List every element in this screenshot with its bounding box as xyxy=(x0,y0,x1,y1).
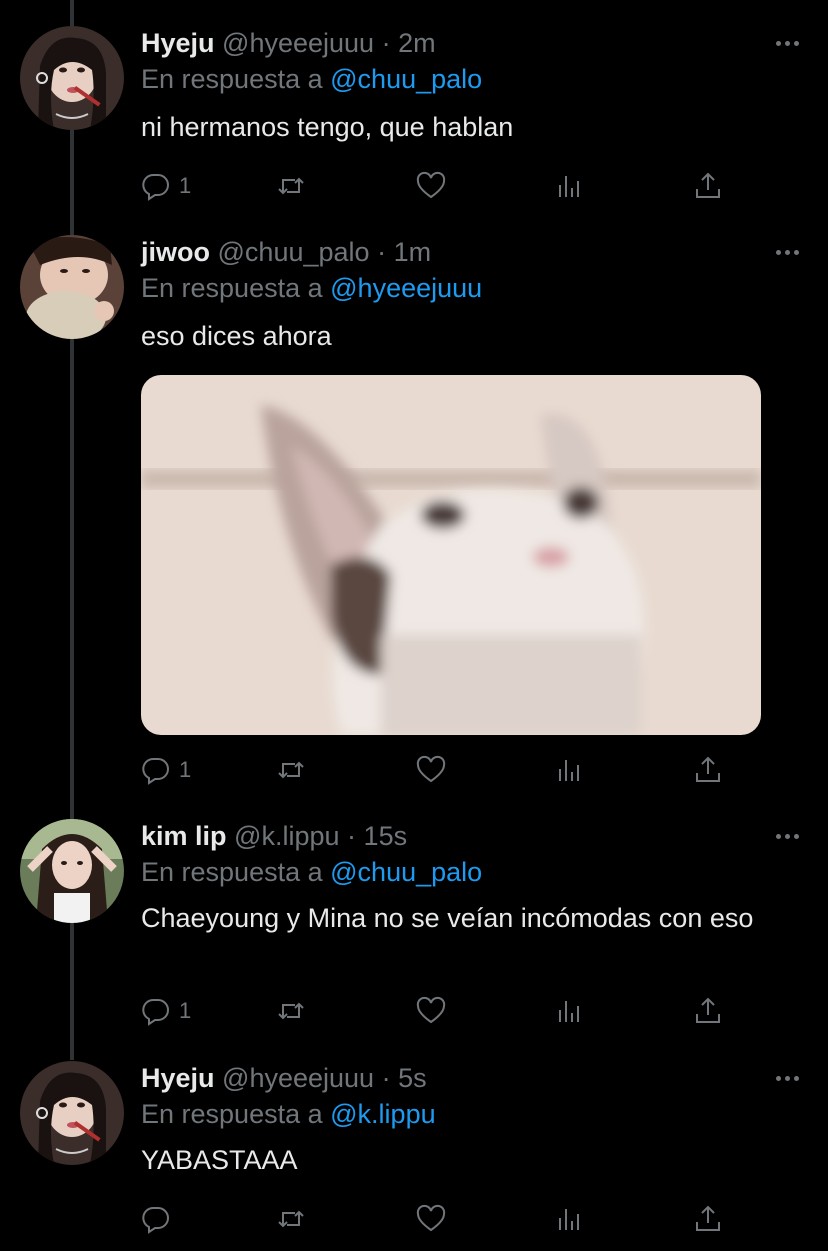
reply-count: 1 xyxy=(179,998,192,1023)
timestamp[interactable]: 5s xyxy=(398,1063,427,1093)
retweet-icon xyxy=(278,1210,304,1228)
share-button[interactable] xyxy=(693,752,723,788)
timestamp[interactable]: 15s xyxy=(364,821,408,851)
retweet-icon xyxy=(278,1002,304,1020)
views-icon xyxy=(559,1209,579,1230)
tweet-text: eso dices ahora xyxy=(141,321,332,351)
avatar[interactable] xyxy=(20,235,124,339)
heart-icon xyxy=(416,171,446,199)
tweet-header: kim lip @k.lippu · 15s xyxy=(141,819,407,853)
reply-icon xyxy=(142,998,169,1026)
retweet-button[interactable] xyxy=(276,993,306,1029)
more-icon[interactable] xyxy=(770,821,804,851)
tweet-text: Chaeyoung y Mina no se veían incómodas c… xyxy=(141,903,754,933)
display-name[interactable]: kim lip xyxy=(141,821,227,851)
timestamp[interactable]: 2m xyxy=(398,28,436,58)
like-button[interactable] xyxy=(416,752,446,788)
tweet-image[interactable] xyxy=(141,375,761,735)
retweet-icon xyxy=(278,761,304,779)
display-name[interactable]: Hyeju xyxy=(141,28,215,58)
share-icon xyxy=(696,756,720,782)
separator: · xyxy=(381,1063,391,1093)
reply-prefix: En respuesta a xyxy=(141,273,323,303)
reply-count: 1 xyxy=(179,173,192,198)
user-handle[interactable]: @k.lippu xyxy=(234,821,339,851)
tweet[interactable]: Hyeju @hyeeejuuu · 5s En respuesta a @k.… xyxy=(0,1061,828,1251)
more-icon[interactable] xyxy=(770,237,804,267)
reply-button[interactable]: 1 xyxy=(141,168,191,204)
reply-context: En respuesta a @chuu_palo xyxy=(141,62,482,96)
user-handle[interactable]: @hyeeejuuu xyxy=(222,28,374,58)
user-handle[interactable]: @hyeeejuuu xyxy=(222,1063,374,1093)
display-name[interactable]: Hyeju xyxy=(141,1063,215,1093)
heart-icon xyxy=(416,755,446,783)
more-icon[interactable] xyxy=(770,28,804,58)
retweet-button[interactable] xyxy=(276,168,306,204)
avatar[interactable] xyxy=(20,26,124,130)
reply-button[interactable]: 1 xyxy=(141,752,191,788)
reply-button[interactable]: 1 xyxy=(141,993,191,1029)
tweet-text: ni hermanos tengo, que hablan xyxy=(141,112,514,142)
share-button[interactable] xyxy=(693,993,723,1029)
reply-prefix: En respuesta a xyxy=(141,857,323,887)
tweet-actions: 1 xyxy=(141,752,781,788)
views-icon xyxy=(559,760,579,781)
separator: · xyxy=(347,821,357,851)
views-icon xyxy=(559,1001,579,1022)
reply-mention-link[interactable]: @k.lippu xyxy=(330,1099,435,1129)
reply-icon xyxy=(142,173,169,201)
views-button[interactable] xyxy=(555,993,585,1029)
reply-icon xyxy=(142,1206,169,1234)
retweet-button[interactable] xyxy=(276,752,306,788)
reply-mention-link[interactable]: @chuu_palo xyxy=(330,64,482,94)
reply-prefix: En respuesta a xyxy=(141,1099,323,1129)
tweet-text: YABASTAAA xyxy=(141,1145,298,1175)
retweet-icon xyxy=(278,177,304,195)
share-icon xyxy=(696,1205,720,1231)
avatar[interactable] xyxy=(20,819,124,923)
tweet-actions xyxy=(141,1201,781,1237)
reply-context: En respuesta a @chuu_palo xyxy=(141,855,482,889)
views-icon xyxy=(559,176,579,197)
timestamp[interactable]: 1m xyxy=(394,237,432,267)
tweet[interactable]: jiwoo @chuu_palo · 1m En respuesta a @hy… xyxy=(0,235,828,795)
share-button[interactable] xyxy=(693,168,723,204)
reply-mention-link[interactable]: @hyeeejuuu xyxy=(330,273,482,303)
share-icon xyxy=(696,997,720,1023)
reply-mention-link[interactable]: @chuu_palo xyxy=(330,857,482,887)
tweet-actions: 1 xyxy=(141,168,781,204)
like-button[interactable] xyxy=(416,168,446,204)
reply-context: En respuesta a @hyeeejuuu xyxy=(141,271,482,305)
separator: · xyxy=(377,237,387,267)
reply-count: 1 xyxy=(179,757,192,782)
views-button[interactable] xyxy=(555,752,585,788)
retweet-button[interactable] xyxy=(276,1201,306,1237)
more-icon[interactable] xyxy=(770,1063,804,1093)
reply-button[interactable] xyxy=(141,1201,179,1237)
heart-icon xyxy=(416,996,446,1024)
like-button[interactable] xyxy=(416,993,446,1029)
reply-prefix: En respuesta a xyxy=(141,64,323,94)
like-button[interactable] xyxy=(416,1201,446,1237)
tweet[interactable]: kim lip @k.lippu · 15s En respuesta a @c… xyxy=(0,819,828,1039)
tweet[interactable]: Hyeju @hyeeejuuu · 2m En respuesta a @ch… xyxy=(0,26,828,216)
share-icon xyxy=(696,172,720,198)
views-button[interactable] xyxy=(555,1201,585,1237)
reply-icon xyxy=(142,757,169,785)
avatar[interactable] xyxy=(20,1061,124,1165)
display-name[interactable]: jiwoo xyxy=(141,237,210,267)
user-handle[interactable]: @chuu_palo xyxy=(218,237,370,267)
tweet-actions: 1 xyxy=(141,993,781,1029)
heart-icon xyxy=(416,1204,446,1232)
tweet-header: Hyeju @hyeeejuuu · 2m xyxy=(141,26,436,60)
tweet-header: Hyeju @hyeeejuuu · 5s xyxy=(141,1061,427,1095)
share-button[interactable] xyxy=(693,1201,723,1237)
tweet-header: jiwoo @chuu_palo · 1m xyxy=(141,235,431,269)
views-button[interactable] xyxy=(555,168,585,204)
separator: · xyxy=(381,28,391,58)
reply-context: En respuesta a @k.lippu xyxy=(141,1097,436,1131)
